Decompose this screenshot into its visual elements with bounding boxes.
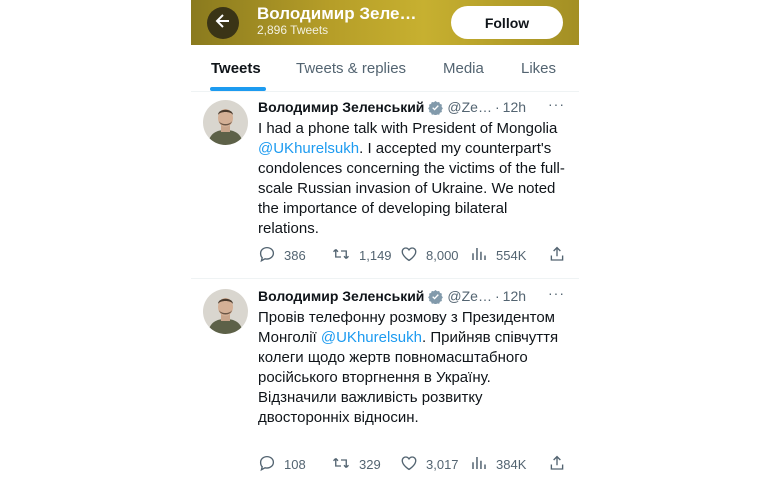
author-handle[interactable]: @Ze…: [447, 99, 492, 115]
tab-media[interactable]: Media: [443, 60, 484, 77]
tweet[interactable]: Володимир Зеленський @Ze… · 12h ··· Пров…: [191, 279, 579, 480]
retweet-icon: [331, 454, 359, 475]
tweet-count: 2,896 Tweets: [257, 23, 329, 37]
avatar[interactable]: [203, 100, 248, 145]
heart-icon: [400, 454, 426, 475]
views-icon: [470, 245, 496, 266]
share-button[interactable]: [548, 245, 574, 266]
more-options-icon[interactable]: ···: [548, 96, 565, 112]
tweet-text: Провів телефонну розмову з Президентом М…: [258, 308, 572, 428]
retweet-button[interactable]: 329: [331, 454, 381, 475]
share-icon: [548, 245, 574, 266]
follow-button[interactable]: Follow: [451, 6, 563, 39]
avatar[interactable]: [203, 289, 248, 334]
like-button[interactable]: 3,017: [400, 454, 459, 475]
heart-icon: [400, 245, 426, 266]
mention-link[interactable]: @UKhurelsukh: [321, 329, 422, 346]
view-count: 554K: [496, 248, 527, 263]
like-count: 8,000: [426, 248, 459, 263]
tweet-text: I had a phone talk with President of Mon…: [258, 119, 572, 239]
tweet-actions: 386 1,149 8,000 554K: [258, 245, 568, 265]
reply-count: 108: [284, 457, 306, 472]
reply-icon: [258, 245, 284, 266]
retweet-count: 1,149: [359, 248, 392, 263]
reply-button[interactable]: 108: [258, 454, 306, 475]
more-options-icon[interactable]: ···: [548, 285, 565, 301]
arrow-left-icon: [215, 13, 231, 34]
reply-button[interactable]: 386: [258, 245, 306, 266]
reply-count: 386: [284, 248, 306, 263]
retweet-icon: [331, 245, 359, 266]
tweet-time[interactable]: 12h: [503, 99, 526, 115]
author-name[interactable]: Володимир Зеленський: [258, 99, 424, 115]
verified-badge-icon: [428, 100, 444, 115]
tab-likes[interactable]: Likes: [521, 60, 556, 77]
retweet-button[interactable]: 1,149: [331, 245, 392, 266]
verified-badge-icon: [428, 289, 444, 304]
view-count: 384K: [496, 457, 527, 472]
back-button[interactable]: [207, 7, 239, 39]
author-name[interactable]: Володимир Зеленський: [258, 288, 424, 304]
share-icon: [548, 454, 574, 475]
tweet-actions: 108 329 3,017 384K: [258, 454, 568, 474]
share-button[interactable]: [548, 454, 574, 475]
tab-tweets-replies[interactable]: Tweets & replies: [296, 60, 406, 77]
reply-icon: [258, 454, 284, 475]
tab-tweets[interactable]: Tweets: [211, 60, 261, 77]
author-handle[interactable]: @Ze…: [447, 288, 492, 304]
tweet[interactable]: Володимир Зеленський @Ze… · 12h ··· I ha…: [191, 92, 579, 279]
like-count: 3,017: [426, 457, 459, 472]
tweet-header: Володимир Зеленський @Ze… · 12h: [258, 288, 526, 304]
profile-tabs: Tweets Tweets & replies Media Likes: [191, 45, 579, 92]
views-button[interactable]: 554K: [470, 245, 526, 266]
like-button[interactable]: 8,000: [400, 245, 459, 266]
retweet-count: 329: [359, 457, 381, 472]
views-icon: [470, 454, 496, 475]
tweet-header: Володимир Зеленський @Ze… · 12h: [258, 99, 526, 115]
mention-link[interactable]: @UKhurelsukh: [258, 140, 359, 157]
tweet-text-part: I had a phone talk with President of Mon…: [258, 120, 558, 137]
tweet-time[interactable]: 12h: [503, 288, 526, 304]
views-button[interactable]: 384K: [470, 454, 526, 475]
profile-page: Володимир Зеле… 2,896 Tweets Follow Twee…: [191, 0, 579, 480]
active-tab-indicator: [210, 87, 266, 91]
profile-header: Володимир Зеле… 2,896 Tweets Follow: [191, 0, 579, 45]
separator-dot: ·: [494, 99, 500, 115]
separator-dot: ·: [494, 288, 500, 304]
profile-name: Володимир Зеле…: [257, 4, 417, 23]
